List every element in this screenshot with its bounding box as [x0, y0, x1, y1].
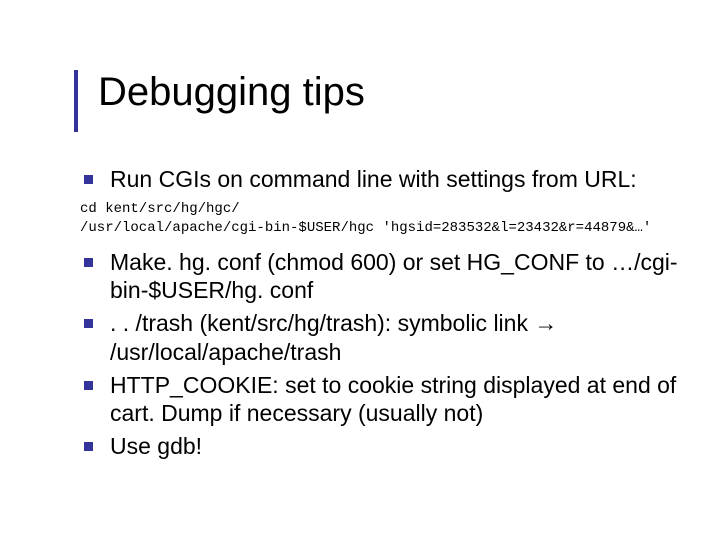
list-item: Make. hg. conf (chmod 600) or set HG_CON…	[80, 248, 680, 306]
slide: Debugging tips Run CGIs on command line …	[0, 0, 720, 540]
bullet-text: Make. hg. conf (chmod 600) or set HG_CON…	[110, 249, 678, 304]
bullet-list-bottom: Make. hg. conf (chmod 600) or set HG_CON…	[80, 248, 680, 461]
bullet-list-top: Run CGIs on command line with settings f…	[80, 165, 680, 194]
list-item: HTTP_COOKIE: set to cookie string displa…	[80, 371, 680, 429]
code-line: cd kent/src/hg/hgc/	[80, 201, 240, 217]
code-line: /usr/local/apache/cgi-bin-$USER/hgc 'hgs…	[80, 220, 651, 236]
list-item: Run CGIs on command line with settings f…	[80, 165, 680, 194]
list-item: . . /trash (kent/src/hg/trash): symbolic…	[80, 309, 680, 367]
bullet-text: Use gdb!	[110, 433, 202, 459]
bullet-text: HTTP_COOKIE: set to cookie string displa…	[110, 372, 676, 427]
bullet-text: Run CGIs on command line with settings f…	[110, 166, 637, 192]
slide-body: Run CGIs on command line with settings f…	[80, 165, 680, 465]
page-title: Debugging tips	[98, 70, 365, 114]
code-block: cd kent/src/hg/hgc/ /usr/local/apache/cg…	[80, 200, 680, 238]
title-accent-bar	[74, 70, 78, 132]
bullet-text: . . /trash (kent/src/hg/trash): symbolic…	[110, 310, 557, 365]
list-item: Use gdb!	[80, 432, 680, 461]
